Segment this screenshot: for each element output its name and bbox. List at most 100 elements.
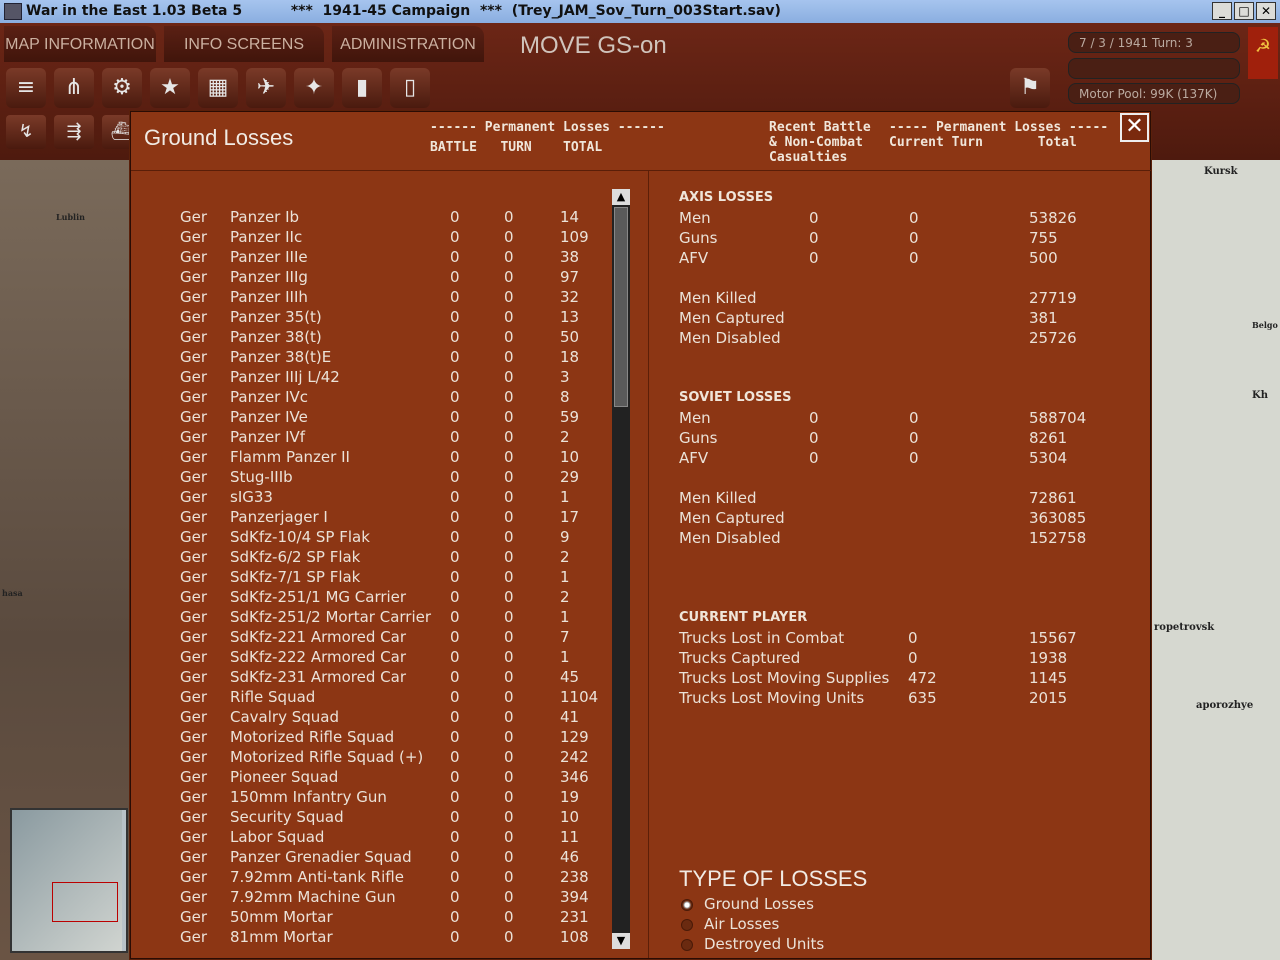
cell: 0 (450, 728, 460, 746)
cell: SdKfz-251/1 MG Carrier (230, 588, 407, 606)
radio-icon[interactable] (681, 919, 693, 931)
cell: 1938 (1029, 649, 1068, 667)
gear-icon[interactable]: ⚙ (102, 68, 142, 108)
cell: Men Disabled (679, 529, 781, 547)
flag-icon[interactable]: ⚑ (1010, 68, 1050, 108)
bomb-icon[interactable]: ✦ (294, 68, 334, 108)
scroll-up-icon[interactable]: ▲ (612, 189, 630, 205)
axis-losses-title: AXIS LOSSES (679, 190, 774, 205)
units-list-icon[interactable]: ≡ (6, 68, 46, 108)
tab-info-screens[interactable]: INFO SCREENS (164, 26, 324, 62)
cell: Ger (180, 808, 208, 826)
cell: 0 (450, 828, 460, 846)
loss-row: Trucks Lost Moving Units 635 2015 (679, 689, 1119, 709)
cell: Pioneer Squad (230, 768, 339, 786)
radio-icon[interactable] (681, 939, 693, 951)
rail-icon[interactable]: ⇶ (54, 115, 94, 149)
map-right-strip[interactable] (1150, 160, 1280, 960)
cell: Stug-IIIb (230, 468, 293, 486)
cell: 0 (450, 488, 460, 506)
cell: 38 (560, 248, 580, 266)
cell: 0 (450, 528, 460, 546)
cell: Labor Squad (230, 828, 325, 846)
cell: SdKfz-7/1 SP Flak (230, 568, 361, 586)
cell: Ger (180, 608, 208, 626)
cell: 238 (560, 868, 589, 886)
table-row: Ger 7.92mm Anti-tank Rifle 0 0 238 (132, 868, 612, 888)
org-chart-icon[interactable]: ⋔ (54, 68, 94, 108)
cell: sIG33 (230, 488, 273, 506)
table-row: Ger Panzer IIIg 0 0 97 (132, 268, 612, 288)
loss-row: AFV 0 0 500 (679, 249, 1119, 269)
star-icon[interactable]: ★ (150, 68, 190, 108)
cell: 0 (504, 928, 514, 946)
loss-row: Trucks Lost in Combat 0 15567 (679, 629, 1119, 649)
cell: 29 (560, 468, 580, 486)
motor-pool-display: Motor Pool: 99K (137K) (1068, 83, 1240, 104)
cell: 2015 (1029, 689, 1068, 707)
map-label: ropetrovsk (1154, 622, 1215, 633)
cell: 242 (560, 748, 589, 766)
cell: 9 (560, 528, 570, 546)
cell: 0 (450, 768, 460, 786)
date-turn-display: 7 / 3 / 1941 Turn: 3 (1068, 32, 1240, 53)
tab-map-information[interactable]: MAP INFORMATION (4, 26, 156, 62)
cell: Ger (180, 648, 208, 666)
aircraft-icon[interactable]: ✈ (246, 68, 286, 108)
cell: Ger (180, 848, 208, 866)
maximize-button[interactable]: □ (1234, 2, 1254, 20)
scroll-down-icon[interactable]: ▼ (612, 933, 630, 949)
table-row: Ger sIG33 0 0 1 (132, 488, 612, 508)
table-row: Ger SdKfz-231 Armored Car 0 0 45 (132, 668, 612, 688)
radio-icon[interactable] (681, 899, 693, 911)
cell: 0 (909, 449, 919, 467)
cell: 152758 (1029, 529, 1087, 547)
soviet-losses-title: SOVIET LOSSES (679, 390, 792, 405)
cell: 0 (504, 588, 514, 606)
clipboard-icon[interactable]: ▯ (390, 68, 430, 108)
close-dialog-button[interactable]: ✕ (1120, 113, 1149, 142)
minimize-button[interactable]: _ (1212, 2, 1232, 20)
cell: Ger (180, 568, 208, 586)
cell: 755 (1029, 229, 1058, 247)
cell: 25726 (1029, 329, 1077, 347)
cell: Panzer Ib (230, 208, 300, 226)
cell: Ger (180, 748, 208, 766)
cell: 0 (504, 488, 514, 506)
map-label: aporozhye (1196, 700, 1254, 711)
cell: 0 (809, 209, 819, 227)
cell: 5304 (1029, 449, 1068, 467)
cell: 0 (450, 688, 460, 706)
tab-administration[interactable]: ADMINISTRATION (332, 26, 484, 62)
cell: 0 (450, 788, 460, 806)
train-icon[interactable]: ▮ (342, 68, 382, 108)
minimap-viewport[interactable] (52, 882, 118, 922)
cell: 0 (450, 268, 460, 286)
cell: 8261 (1029, 429, 1068, 447)
scrollbar[interactable]: ▲ ▼ (612, 189, 630, 949)
cell: Ger (180, 268, 208, 286)
cell: 0 (504, 748, 514, 766)
minimap[interactable] (10, 808, 128, 953)
cell: Trucks Lost in Combat (679, 629, 845, 647)
table-row: Ger SdKfz-222 Armored Car 0 0 1 (132, 648, 612, 668)
move-route-icon[interactable]: ↯ (6, 115, 46, 149)
table-row: Ger Panzerjager I 0 0 17 (132, 508, 612, 528)
cell: 0 (504, 388, 514, 406)
cell: Ger (180, 208, 208, 226)
cell: Flamm Panzer II (230, 448, 350, 466)
cell: 10 (560, 448, 580, 466)
cell: 1 (560, 488, 570, 506)
table-row: Ger SdKfz-6/2 SP Flak 0 0 2 (132, 548, 612, 568)
cell: Ger (180, 248, 208, 266)
cell: 0 (504, 848, 514, 866)
factory-icon[interactable]: ▦ (198, 68, 238, 108)
cell: 0 (504, 448, 514, 466)
scroll-thumb[interactable] (614, 207, 628, 407)
cell: Ger (180, 548, 208, 566)
close-window-button[interactable]: ✕ (1256, 2, 1276, 20)
loss-row: Guns 0 0 8261 (679, 429, 1119, 449)
cell: Panzerjager I (230, 508, 328, 526)
losses-list[interactable]: Ger Panzer Ib 0 0 14 Ger Panzer IIc 0 0 109 Ger Pan… (132, 171, 649, 958)
table-row: Ger Panzer 38(t) 0 0 50 (132, 328, 612, 348)
